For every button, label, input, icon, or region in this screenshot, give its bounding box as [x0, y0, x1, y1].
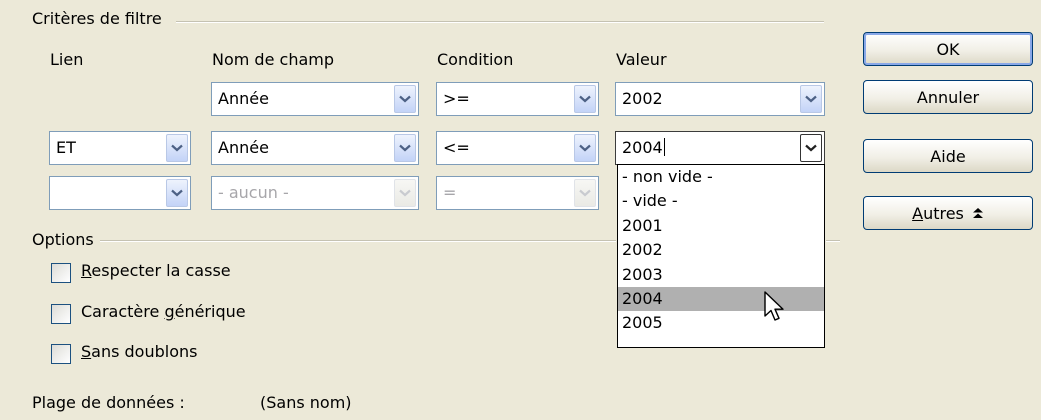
dropdown-option[interactable]: 2005: [618, 311, 824, 335]
header-link: Lien: [50, 50, 84, 69]
row2-link-combo[interactable]: ET: [49, 131, 191, 165]
row1-condition-combo[interactable]: >=: [436, 82, 599, 116]
chevron-down-icon[interactable]: [166, 179, 188, 207]
row1-value-value: 2002: [622, 89, 663, 108]
no-duplicates-label[interactable]: Sans doublons: [81, 342, 197, 361]
chevron-down-icon[interactable]: [800, 85, 822, 113]
row3-field-combo: - aucun -: [211, 176, 419, 210]
chevron-down-icon[interactable]: [574, 134, 596, 162]
row3-condition-combo: =: [436, 176, 599, 210]
row2-value-input[interactable]: 2004: [622, 132, 665, 164]
chevron-down-icon[interactable]: [800, 134, 822, 162]
dropdown-option[interactable]: 2003: [618, 263, 824, 287]
row2-field-combo[interactable]: Année: [211, 131, 419, 165]
double-chevron-up-icon: [972, 207, 984, 219]
criteria-group-title: Critères de filtre: [32, 9, 168, 28]
dropdown-option-highlighted[interactable]: 2004: [618, 286, 824, 312]
row1-field-value: Année: [218, 89, 269, 108]
dropdown-option[interactable]: 2002: [618, 238, 824, 262]
more-options-label: Autres: [912, 204, 964, 223]
header-value: Valeur: [616, 50, 667, 69]
options-group-line-right: [826, 240, 840, 242]
header-field-name: Nom de champ: [212, 50, 334, 69]
chevron-down-icon[interactable]: [394, 134, 416, 162]
match-case-rest: especter la casse: [91, 261, 231, 280]
wildcards-accelerator: g: [164, 302, 175, 321]
chevron-down-icon[interactable]: [166, 134, 188, 162]
more-options-rest: utres: [923, 203, 964, 223]
options-group-line: [98, 240, 616, 242]
match-case-checkbox[interactable]: [51, 263, 71, 283]
row1-condition-value: >=: [443, 89, 470, 108]
mouse-cursor-icon: [764, 291, 784, 321]
cancel-button[interactable]: Annuler: [863, 80, 1033, 114]
row3-field-value: - aucun -: [218, 183, 289, 202]
chevron-down-icon[interactable]: [574, 85, 596, 113]
row3-condition-value: =: [443, 183, 457, 202]
row2-condition-value: <=: [443, 138, 470, 157]
more-options-button[interactable]: Autres: [863, 196, 1033, 230]
wildcards-rest: énérique: [174, 302, 246, 321]
row2-value-combo[interactable]: 2004: [615, 131, 825, 165]
value-dropdown-list[interactable]: - non vide - - vide - 2001 2002 2003 200…: [617, 164, 825, 348]
match-case-label[interactable]: Respecter la casse: [81, 261, 231, 280]
text-caret: [663, 138, 665, 156]
no-duplicates-accelerator: S: [81, 342, 92, 361]
no-duplicates-checkbox[interactable]: [51, 344, 71, 364]
wildcards-label[interactable]: Caractère générique: [81, 302, 246, 321]
more-options-accelerator: A: [912, 203, 924, 223]
row2-condition-combo[interactable]: <=: [436, 131, 599, 165]
row2-field-value: Année: [218, 138, 269, 157]
dropdown-option[interactable]: 2001: [618, 214, 824, 238]
row3-link-combo[interactable]: [49, 176, 191, 210]
row2-value-text: 2004: [622, 138, 663, 157]
ok-button[interactable]: OK: [863, 32, 1033, 66]
match-case-accelerator: R: [81, 261, 92, 280]
chevron-down-icon[interactable]: [394, 85, 416, 113]
data-range-label: Plage de données :: [32, 393, 185, 412]
row1-field-combo[interactable]: Année: [211, 82, 419, 116]
data-range-value: (Sans nom): [260, 393, 352, 412]
header-condition: Condition: [437, 50, 514, 69]
dropdown-option[interactable]: - non vide -: [618, 165, 824, 189]
dropdown-option[interactable]: - vide -: [618, 189, 824, 213]
help-button[interactable]: Aide: [863, 139, 1033, 173]
no-duplicates-rest: ans doublons: [91, 342, 198, 361]
row2-link-value: ET: [56, 138, 76, 157]
row1-value-combo[interactable]: 2002: [615, 82, 825, 116]
chevron-down-icon: [574, 179, 596, 207]
wildcards-prefix: Caractère: [81, 302, 165, 321]
options-group-title: Options: [32, 230, 100, 249]
wildcards-checkbox[interactable]: [51, 304, 71, 324]
chevron-down-icon: [394, 179, 416, 207]
criteria-group-line: [176, 21, 824, 23]
